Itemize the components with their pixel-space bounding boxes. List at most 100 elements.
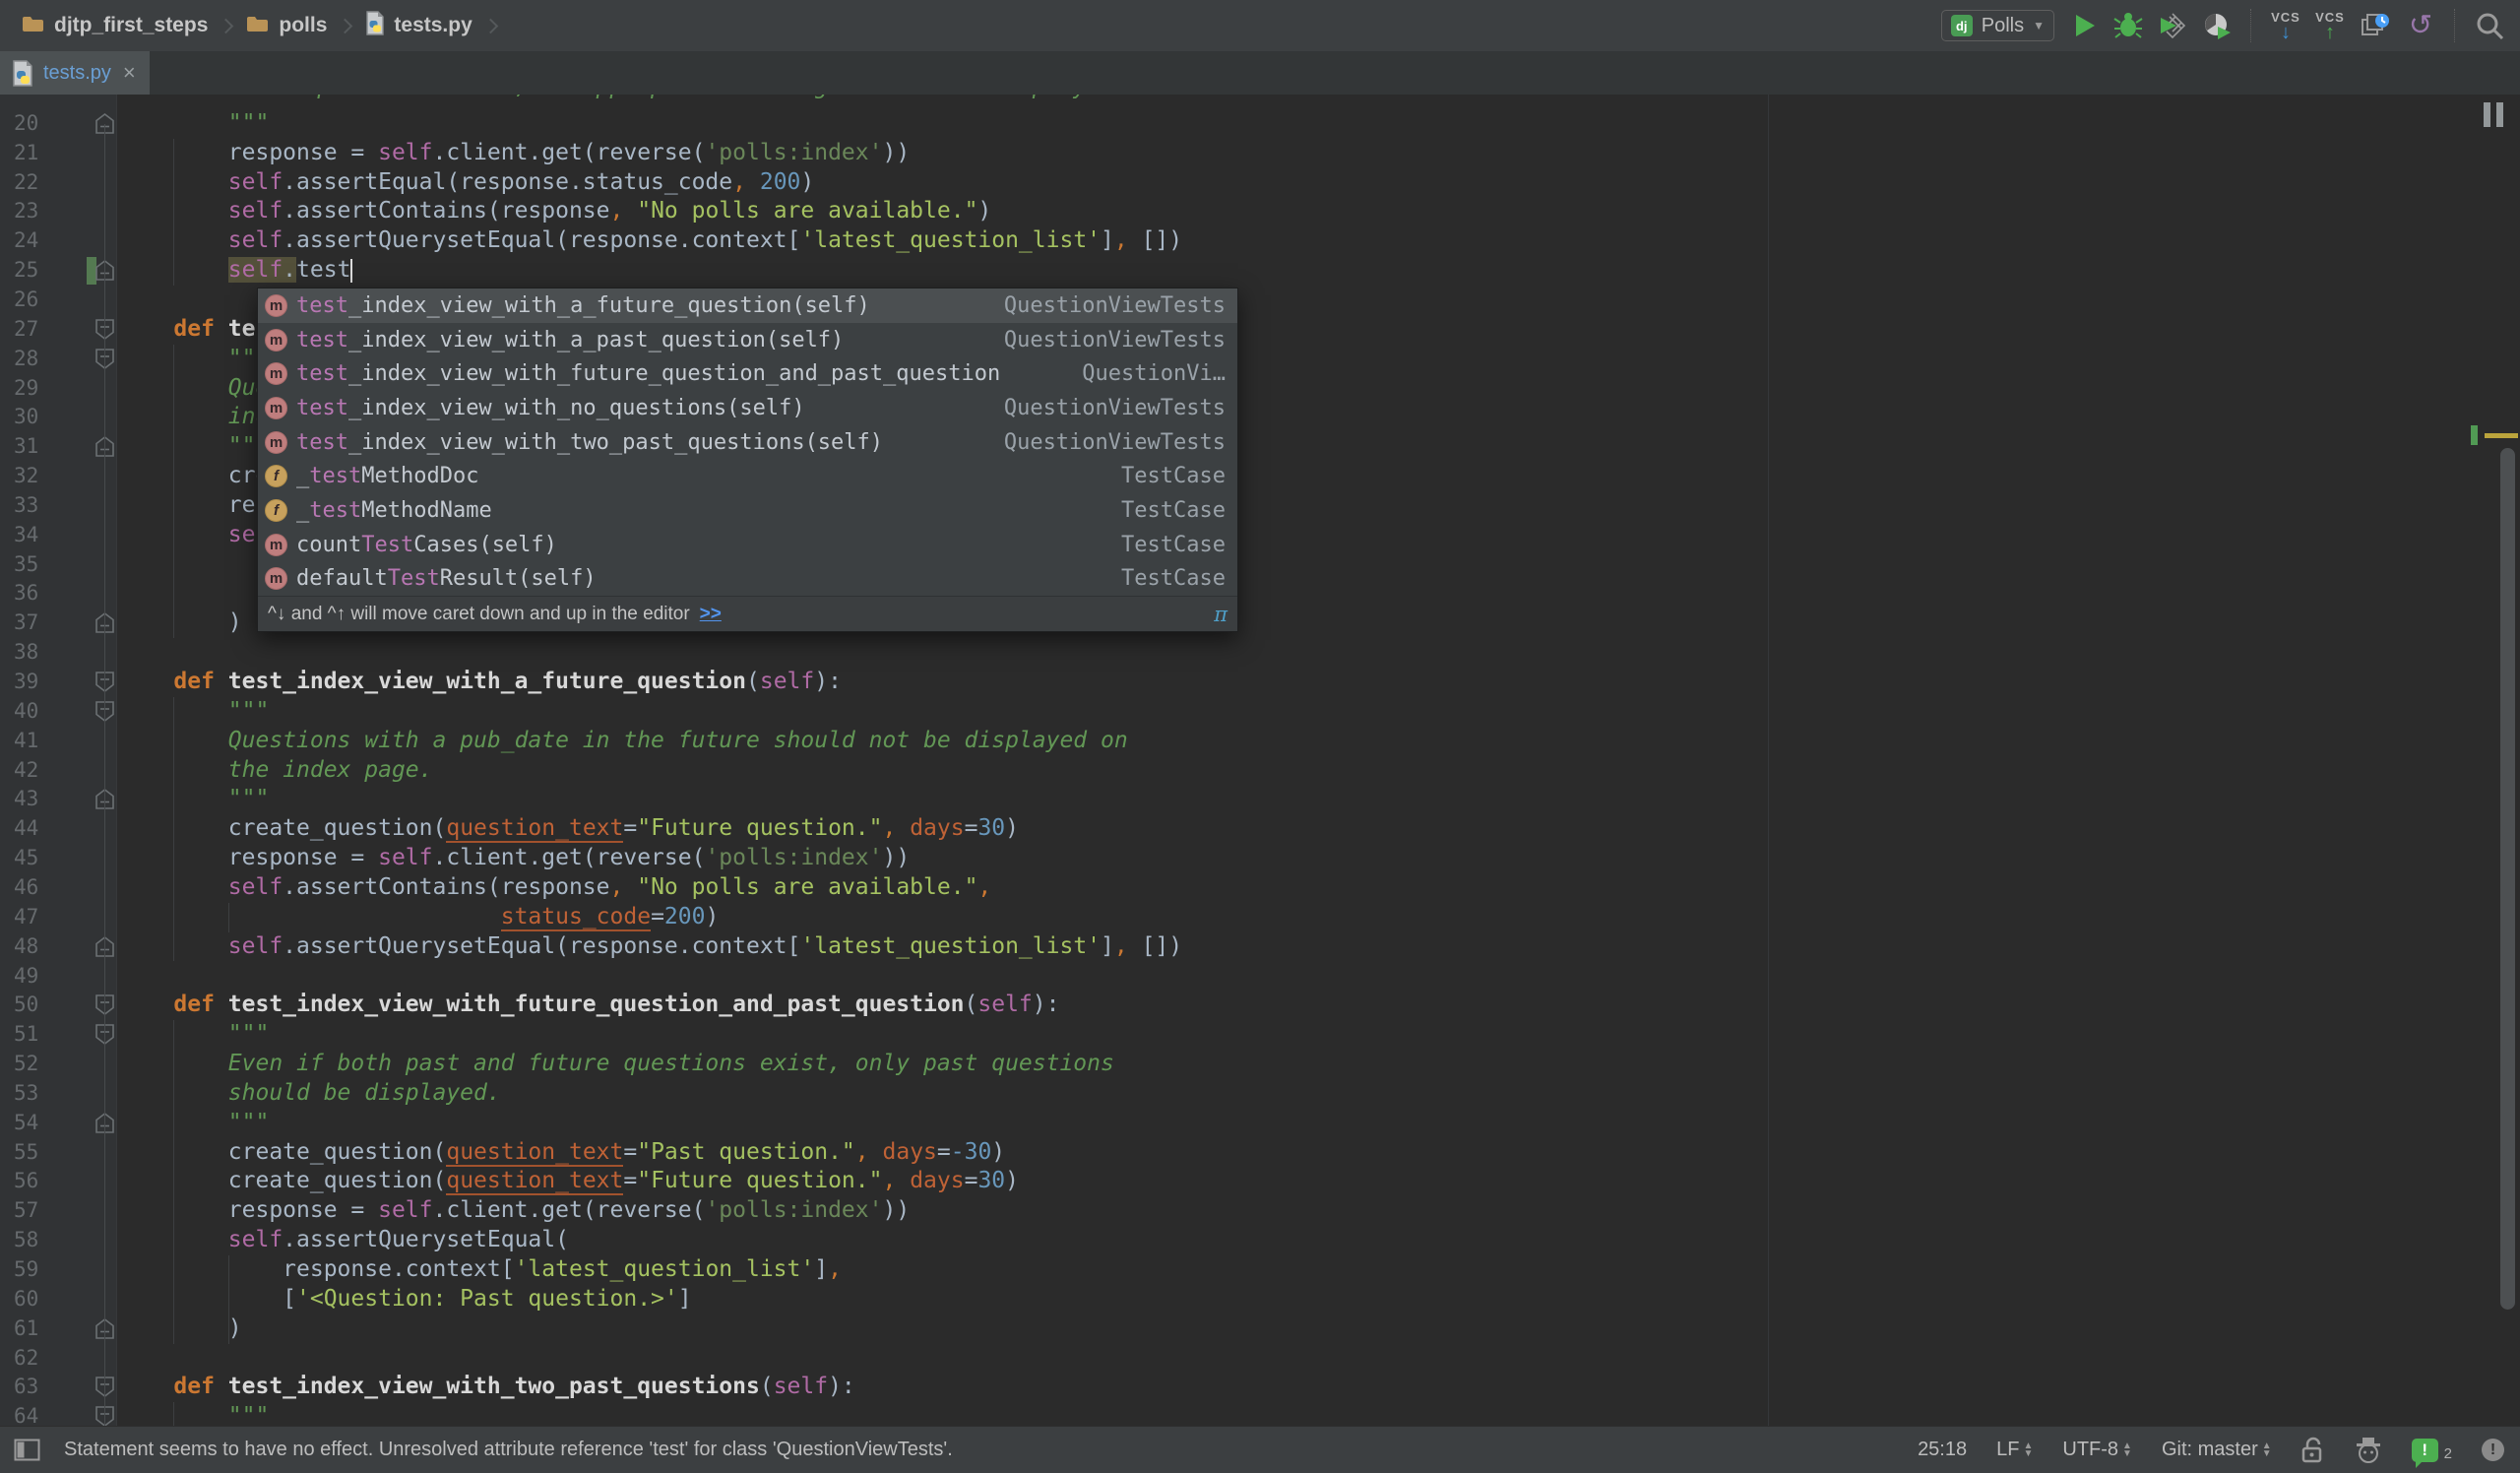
vcs-change-stripe[interactable]: [2471, 425, 2478, 445]
code-line-47: status_code=200): [500, 903, 720, 931]
editor-indicator-bars-icon: [2484, 102, 2503, 127]
profiler-icon: [2205, 14, 2231, 39]
breadcrumb-item-djtp_first_steps[interactable]: djtp_first_steps: [18, 12, 212, 40]
indent-guide: [173, 1020, 174, 1344]
line-number: 63: [14, 1375, 39, 1399]
completion-item[interactable]: m test_index_view_with_no_questions(self)…: [258, 391, 1237, 425]
line-number: 38: [14, 640, 39, 665]
scrollbar-thumb[interactable]: [2500, 448, 2515, 1310]
git-branch-widget[interactable]: Git: master ▲ ▼: [2162, 1439, 2272, 1461]
breadcrumb-label: djtp_first_steps: [54, 14, 209, 36]
code-line-20: """: [119, 109, 270, 136]
tab-tests-py[interactable]: tests.py ×: [0, 51, 150, 95]
completion-item-type: TestCase: [1121, 566, 1226, 592]
line-number: 53: [14, 1080, 39, 1105]
line-number: 45: [14, 846, 39, 870]
close-icon[interactable]: ×: [123, 62, 136, 84]
line-number: 27: [14, 316, 39, 341]
indent-guide: [228, 903, 229, 932]
completion-item[interactable]: m test_index_view_with_a_past_question(se…: [258, 323, 1237, 357]
right-margin-guide: [1768, 95, 1769, 1426]
completion-item-name: test_index_view_with_future_question_and…: [296, 361, 1001, 387]
completion-item[interactable]: m defaultTestResult(self) TestCase: [258, 562, 1237, 597]
line-number: 30: [14, 405, 39, 429]
code-line-54: """: [119, 1109, 270, 1135]
navigation-bar: djtp_first_steps polls tests.py dj Polls ▼: [0, 0, 2520, 52]
debug-button[interactable]: [2113, 6, 2143, 45]
tool-window-toggle-icon[interactable]: [14, 1439, 40, 1461]
completion-item-type: QuestionViewTests: [1003, 292, 1226, 318]
completion-item-name: _testMethodDoc: [296, 464, 479, 489]
line-number: 41: [14, 728, 39, 752]
method-icon: m: [265, 396, 287, 419]
run-configuration-selector[interactable]: dj Polls ▼: [1940, 10, 2054, 41]
history-icon: [2362, 14, 2389, 35]
warning-stripe[interactable]: [2485, 433, 2518, 438]
run-button[interactable]: [2069, 6, 2099, 45]
line-number: 44: [14, 816, 39, 841]
code-line-61: ): [119, 1314, 242, 1341]
line-number: 46: [14, 874, 39, 899]
completion-item[interactable]: m test_index_view_with_two_past_questions…: [258, 425, 1237, 460]
inspection-message: Statement seems to have no effect. Unres…: [64, 1439, 953, 1460]
code-line-39: def test_index_view_with_a_future_questi…: [173, 669, 842, 694]
indent-guide: [173, 139, 174, 286]
line-number: 56: [14, 1169, 39, 1193]
code-line-56: create_question(question_text="Future qu…: [119, 1168, 1019, 1196]
editor-gutter: 20 21 22 23 24 25 26 27 28 29 30 31 32 33 34 35 36 37 38 39…: [0, 95, 117, 1426]
run-configuration-label: Polls: [1981, 14, 2025, 36]
code-line-24: self.assertQuerysetEqual(response.contex…: [227, 227, 1183, 254]
line-number: 37: [14, 610, 39, 635]
rollback-button[interactable]: ↺: [2406, 6, 2435, 45]
code-line-40: """: [119, 697, 270, 724]
line-ending-widget[interactable]: LF ▲ ▼: [1996, 1439, 2033, 1461]
completion-item-name: test_index_view_with_a_future_question(s…: [296, 292, 870, 318]
breadcrumb-item-polls[interactable]: polls: [242, 12, 331, 40]
completion-item[interactable]: m countTestCases(self) TestCase: [258, 528, 1237, 562]
profiler-button[interactable]: [2202, 6, 2232, 45]
recent-changes-button[interactable]: [2360, 6, 2391, 45]
vcs-update-button[interactable]: VCS ↓: [2271, 6, 2300, 45]
notifications-widget[interactable]: ! 2: [2411, 1438, 2452, 1468]
completion-item-type: QuestionVi…: [1082, 361, 1226, 387]
code-line-55: create_question(question_text="Past ques…: [119, 1138, 1006, 1167]
code-line-51: """: [119, 1021, 270, 1048]
search-everywhere-button[interactable]: [2475, 6, 2504, 45]
completion-item[interactable]: m test_index_view_with_future_question_an…: [258, 356, 1237, 391]
code-line-23: self.assertContains(response, "No polls …: [227, 198, 992, 224]
completion-item-name: defaultTestResult(self): [296, 566, 597, 592]
event-alert-icon[interactable]: !: [2482, 1439, 2504, 1461]
vcs-commit-button[interactable]: VCS ↑: [2315, 6, 2345, 45]
encoding-widget[interactable]: UTF-8 ▲ ▼: [2062, 1439, 2132, 1461]
notification-bubble-icon: !: [2411, 1438, 2438, 1468]
inspections-hector-icon[interactable]: [2355, 1437, 2382, 1464]
completion-item-name: _testMethodName: [296, 497, 492, 523]
line-number: 57: [14, 1198, 39, 1223]
completion-item-type: QuestionViewTests: [1003, 395, 1226, 420]
breadcrumb-item-tests-py[interactable]: tests.py: [361, 9, 475, 42]
code-editor[interactable]: 20 21 22 23 24 25 26 27 28 29 30 31 32 33 34 35 36 37 38 39…: [0, 95, 2520, 1426]
indent-guide: [173, 697, 174, 961]
caret-position-widget[interactable]: 25:18: [1918, 1439, 1967, 1461]
completion-item[interactable]: f _testMethodName TestCase: [258, 493, 1237, 528]
code-line-25: self.test: [227, 257, 351, 284]
line-ending-value: LF: [1996, 1439, 2020, 1460]
run-with-coverage-button[interactable]: [2158, 6, 2187, 45]
method-icon: m: [265, 533, 287, 556]
method-icon: m: [265, 328, 287, 352]
completion-item[interactable]: f _testMethodDoc TestCase: [258, 459, 1237, 493]
line-number: 48: [14, 933, 39, 958]
line-number: 55: [14, 1139, 39, 1164]
completion-hint-link[interactable]: >>: [700, 604, 722, 625]
code-completion-popup: m test_index_view_with_a_future_question(…: [257, 288, 1238, 633]
completion-item[interactable]: m test_index_view_with_a_future_question(…: [258, 288, 1237, 323]
completion-item-name: test_index_view_with_a_past_question(sel…: [296, 327, 845, 352]
line-number: 29: [14, 375, 39, 400]
code-line-63: def test_index_view_with_two_past_questi…: [173, 1374, 855, 1400]
code-line-28: """: [119, 345, 270, 371]
django-config-icon: dj: [1950, 15, 1973, 36]
line-number: 24: [14, 228, 39, 253]
code-line-22: self.assertEqual(response.status_code, 2…: [227, 168, 815, 195]
unlock-icon[interactable]: [2301, 1437, 2325, 1463]
line-number: 42: [14, 757, 39, 782]
